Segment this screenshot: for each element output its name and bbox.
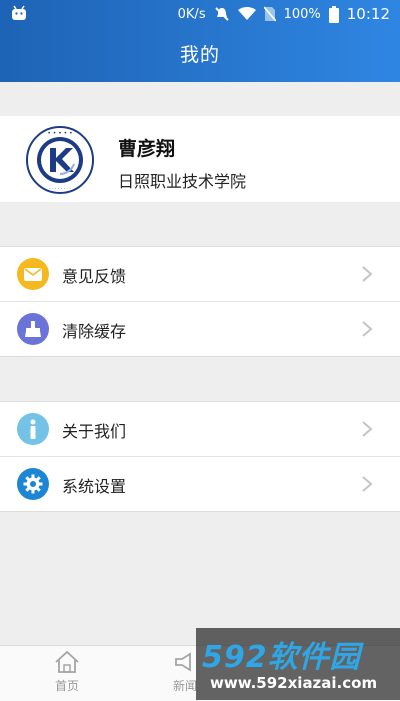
user-name: 曹彦翔 — [118, 138, 176, 160]
home-icon — [55, 650, 79, 673]
svg-text:· · · · · · · ·: · · · · · · · · — [49, 187, 70, 192]
watermark-brand: 592软件园 — [202, 640, 361, 675]
mail-icon — [17, 258, 49, 290]
nav-label-home: 首页 — [54, 679, 79, 693]
chevron-right-icon — [362, 321, 373, 337]
info-icon — [17, 413, 49, 445]
profile-card[interactable]: • • • • • · · · · · · · · 曹彦翔 日照职业技术学院 — [0, 116, 400, 202]
menu-item-label: 意见反馈 — [62, 267, 127, 286]
nav-label-news: 新闻 — [172, 679, 197, 693]
nav-tab-home[interactable]: 首页 — [27, 650, 107, 694]
menu-item-label: 关于我们 — [62, 422, 127, 441]
mute-icon — [214, 7, 229, 21]
page-title: 我的 — [179, 44, 220, 66]
chevron-right-icon — [362, 421, 373, 437]
gear-icon — [17, 468, 49, 500]
status-bar: 0K/s 100% 10:12 — [0, 0, 400, 28]
user-school: 日照职业技术学院 — [118, 172, 247, 191]
network-speed: 0K/s — [177, 6, 206, 22]
menu-item-about[interactable]: 关于我们 — [0, 402, 400, 456]
megaphone-icon — [175, 652, 191, 672]
android-notification-icon — [12, 5, 26, 20]
watermark-url: www.592xiazai.com — [210, 674, 378, 692]
menu-item-label: 系统设置 — [62, 477, 127, 496]
menu-item-clear-cache[interactable]: 清除缓存 — [0, 301, 400, 356]
school-logo: • • • • • · · · · · · · · — [26, 126, 94, 194]
chevron-right-icon — [362, 476, 373, 492]
menu-item-settings[interactable]: 系统设置 — [0, 456, 400, 511]
svg-text:• • • • •: • • • • • — [47, 130, 72, 137]
broom-icon — [17, 313, 49, 345]
battery-percent: 100% — [283, 6, 321, 22]
chevron-right-icon — [362, 266, 373, 282]
wifi-icon — [237, 7, 256, 20]
battery-icon — [328, 5, 339, 23]
menu-group-about: 关于我们 系统设置 — [0, 401, 400, 512]
clock: 10:12 — [346, 5, 390, 23]
menu-item-label: 清除缓存 — [62, 322, 127, 341]
top-bar: 0K/s 100% 10:12 我的 — [0, 0, 400, 82]
no-sim-icon — [263, 6, 276, 22]
watermark: 592软件园 www.592xiazai.com — [196, 628, 400, 700]
menu-item-feedback[interactable]: 意见反馈 — [0, 247, 400, 301]
menu-group-feedback: 意见反馈 清除缓存 — [0, 246, 400, 357]
